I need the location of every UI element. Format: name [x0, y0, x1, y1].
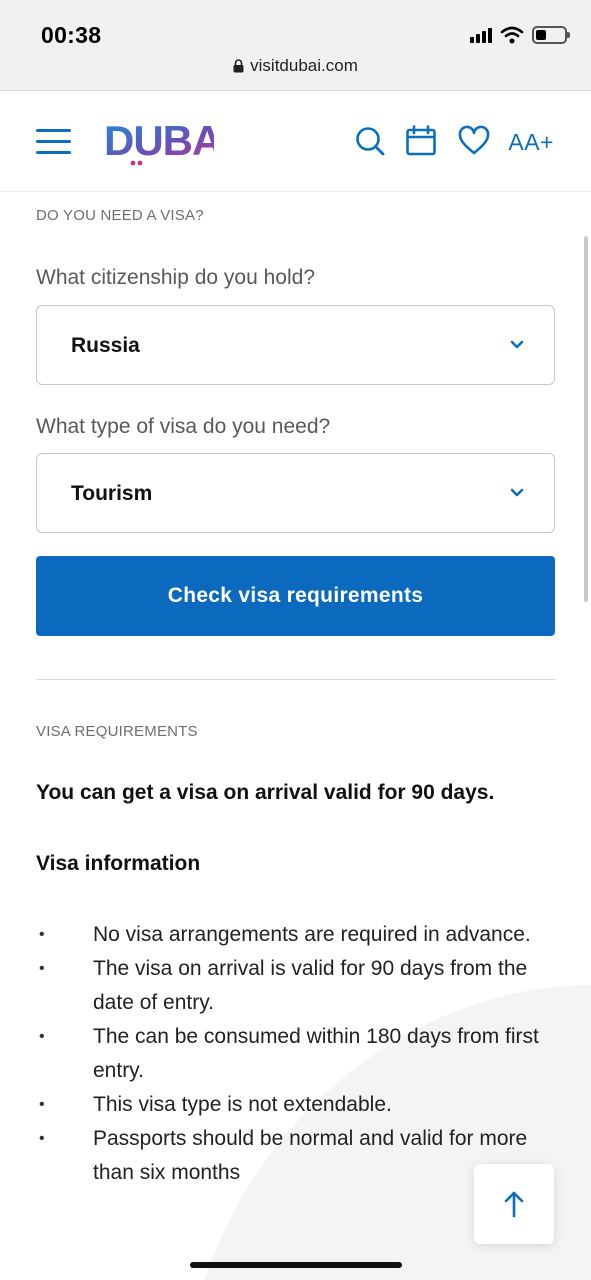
visa-type-select[interactable]: Tourism — [36, 453, 555, 533]
chevron-down-icon — [510, 488, 524, 497]
visa-information-title: Visa information — [36, 852, 201, 875]
scrollbar[interactable] — [584, 236, 588, 602]
citizenship-label: What citizenship do you hold? — [36, 266, 315, 289]
visa-type-label: What type of visa do you need? — [36, 415, 331, 438]
citizenship-select[interactable]: Russia — [36, 305, 555, 385]
list-item: • No visa arrangements are required in ad… — [39, 923, 531, 946]
address-bar[interactable]: visitdubai.com — [0, 56, 591, 76]
list-item: • The can be consumed within 180 days fro… — [39, 1025, 539, 1082]
arrow-up-icon — [504, 1191, 524, 1218]
status-time: 00:38 — [41, 22, 102, 48]
chevron-down-icon — [510, 340, 524, 349]
site-header: DUBAI AA+ — [0, 91, 591, 192]
citizenship-value: Russia — [71, 334, 140, 357]
back-to-top-button[interactable] — [474, 1164, 554, 1244]
url-text: visitdubai.com — [250, 56, 358, 75]
lock-icon — [233, 59, 244, 73]
svg-text:DUBAI: DUBAI — [104, 117, 214, 164]
heart-icon[interactable] — [458, 125, 490, 157]
list-item: • The visa on arrival is valid for 90 day… — [39, 957, 528, 1014]
section-divider — [36, 679, 555, 680]
check-visa-button[interactable]: Check visa requirements — [36, 556, 555, 636]
requirements-headline: You can get a visa on arrival valid for … — [36, 781, 495, 804]
browser-chrome: 00:38 visitdubai.com — [0, 0, 591, 91]
cellular-signal-icon — [470, 27, 492, 43]
search-icon[interactable] — [354, 125, 386, 157]
list-item: • This visa type is not extendable. — [39, 1093, 392, 1116]
status-icons — [470, 24, 570, 46]
menu-icon[interactable] — [36, 129, 71, 154]
visa-section-title: DO YOU NEED A VISA? — [36, 207, 204, 224]
visa-type-value: Tourism — [71, 482, 153, 505]
dubai-logo[interactable]: DUBAI — [104, 117, 214, 167]
battery-icon — [532, 26, 570, 44]
home-indicator[interactable] — [190, 1262, 402, 1268]
text-size-button[interactable]: AA+ — [508, 129, 554, 156]
requirements-section-title: VISA REQUIREMENTS — [36, 723, 198, 740]
visa-info-list: • No visa arrangements are required in ad… — [36, 918, 556, 1190]
wifi-icon — [500, 26, 524, 44]
calendar-icon[interactable] — [405, 125, 437, 157]
